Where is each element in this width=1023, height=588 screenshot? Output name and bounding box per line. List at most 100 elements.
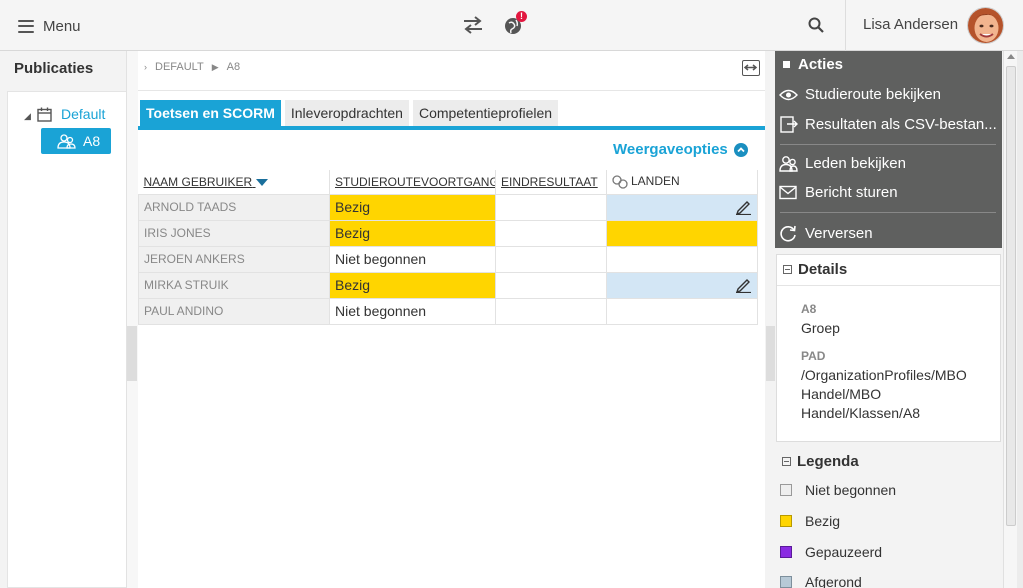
legend-item-gepauzeerd: Gepauzeerd	[779, 544, 882, 560]
scrollbar[interactable]	[1003, 51, 1017, 588]
table-header-row: NAAM GEBRUIKER STUDIEROUTEVOORTGANG EIND…	[138, 170, 758, 195]
collapse-icon	[782, 457, 791, 466]
cell-result[interactable]	[495, 219, 607, 247]
refresh-icon	[780, 225, 796, 242]
legend-swatch	[780, 576, 792, 588]
tree-item-a8[interactable]: A8	[41, 128, 111, 154]
column-header-eindresultaat[interactable]: EINDRESULTAAT	[495, 170, 607, 195]
export-icon	[780, 116, 798, 133]
window-edge	[1017, 51, 1023, 588]
action-bericht-sturen[interactable]: Bericht sturen	[779, 184, 898, 201]
menu-button[interactable]: Menu	[18, 14, 81, 38]
divider	[780, 144, 996, 145]
cell-progress[interactable]: Bezig	[329, 219, 496, 247]
tab-inleveropdrachten[interactable]: Inleveropdrachten	[284, 100, 409, 126]
cell-progress[interactable]: Bezig	[329, 271, 496, 299]
actions-panel: Acties Studieroute bekijken Resultaten a…	[775, 51, 1002, 248]
pencil-icon[interactable]	[735, 199, 752, 215]
action-verversen[interactable]: Verversen	[779, 224, 873, 242]
action-leden-bekijken[interactable]: Leden bekijken	[779, 155, 906, 172]
divider	[777, 285, 1000, 286]
cell-name: JEROEN ANKERS	[138, 245, 330, 273]
main-content: › DEFAULT ▶ A8 Toetsen en SCORM Inlevero…	[138, 51, 765, 588]
column-header-studieroute[interactable]: STUDIEROUTEVOORTGANG	[329, 170, 496, 195]
collapse-icon	[783, 265, 792, 274]
cell-name: MIRKA STRUIK	[138, 271, 330, 299]
tree-container	[7, 91, 126, 588]
cell-landen[interactable]	[606, 297, 758, 325]
avatar[interactable]	[967, 7, 1004, 44]
competence-icon	[612, 175, 628, 189]
pencil-icon[interactable]	[735, 277, 752, 293]
cell-landen[interactable]	[606, 193, 758, 221]
cell-landen[interactable]	[606, 271, 758, 299]
scroll-up-icon[interactable]	[1007, 54, 1015, 59]
cell-name: IRIS JONES	[138, 219, 330, 247]
splitter-right[interactable]	[765, 51, 775, 588]
legend-item-bezig: Bezig	[779, 513, 840, 529]
cell-progress[interactable]: Niet begonnen	[329, 297, 496, 325]
cell-landen[interactable]	[606, 219, 758, 247]
table-row[interactable]: MIRKA STRUIK Bezig	[138, 271, 758, 299]
collapse-icon	[783, 61, 790, 68]
cell-result[interactable]	[495, 193, 607, 221]
notification-badge: !	[516, 11, 527, 22]
cell-landen[interactable]	[606, 245, 758, 273]
table-row[interactable]: ARNOLD TAADS Bezig	[138, 193, 758, 221]
search-icon[interactable]	[808, 17, 824, 33]
action-studieroute[interactable]: Studieroute bekijken	[779, 86, 941, 103]
actions-header[interactable]: Acties	[783, 56, 843, 73]
details-header[interactable]: Details	[783, 261, 847, 278]
user-name[interactable]: Lisa Andersen	[863, 16, 958, 33]
table-row[interactable]: PAUL ANDINO Niet begonnen	[138, 297, 758, 325]
tab-underline	[138, 126, 765, 130]
side-panel: Acties Studieroute bekijken Resultaten a…	[775, 51, 1003, 588]
table-row[interactable]: IRIS JONES Bezig	[138, 219, 758, 247]
eye-icon	[779, 89, 798, 100]
cell-name: ARNOLD TAADS	[138, 193, 330, 221]
cell-name: PAUL ANDINO	[138, 297, 330, 325]
chevron-up-icon	[733, 142, 748, 157]
legend-header[interactable]: Legenda	[782, 453, 859, 470]
table-row[interactable]: JEROEN ANKERS Niet begonnen	[138, 245, 758, 273]
sort-desc-icon	[255, 179, 268, 187]
cell-progress[interactable]: Niet begonnen	[329, 245, 496, 273]
legend-swatch	[780, 515, 792, 527]
column-header-landen[interactable]: LANDEN	[606, 170, 758, 195]
cell-progress[interactable]: Bezig	[329, 193, 496, 221]
view-options-label: Weergaveopties	[613, 141, 728, 158]
panel-title: Publicaties	[14, 60, 94, 77]
legend-swatch	[780, 484, 792, 496]
swap-arrows-icon[interactable]	[462, 15, 484, 35]
detail-path-label: PAD	[801, 349, 826, 363]
calendar-icon	[37, 107, 52, 122]
cell-result[interactable]	[495, 245, 607, 273]
group-icon	[57, 134, 76, 149]
scrollbar-thumb[interactable]	[1006, 66, 1016, 526]
column-header-naam[interactable]: NAAM GEBRUIKER	[138, 170, 330, 195]
detail-path-value: /OrganizationProfiles/MBO Handel/MBO Han…	[801, 367, 967, 421]
breadcrumb: › DEFAULT ▶ A8	[144, 61, 240, 73]
view-options-toggle[interactable]: Weergaveopties	[613, 141, 748, 158]
legend-item-niet-begonnen: Niet begonnen	[779, 482, 896, 498]
top-bar: Menu ! Lisa Andersen	[0, 0, 1023, 51]
tree-item-label: A8	[83, 133, 101, 149]
breadcrumb-arrow-icon: ▶	[211, 61, 219, 72]
legend-swatch	[780, 546, 792, 558]
detail-name-label: A8	[801, 302, 817, 316]
tree-item-default[interactable]: Default	[61, 106, 105, 122]
breadcrumb-item[interactable]: DEFAULT	[155, 61, 204, 73]
expand-icon[interactable]	[742, 60, 760, 76]
breadcrumb-item[interactable]: A8	[227, 61, 240, 73]
splitter-left[interactable]	[127, 51, 138, 588]
tab-bar: Toetsen en SCORM Inleveropdrachten Compe…	[140, 100, 559, 126]
mail-icon	[779, 185, 797, 200]
collapse-triangle-icon[interactable]: ◢	[24, 111, 31, 122]
tab-competentieprofielen[interactable]: Competentieprofielen	[412, 100, 559, 126]
divider	[780, 212, 996, 213]
cell-result[interactable]	[495, 297, 607, 325]
tab-toetsen-scorm[interactable]: Toetsen en SCORM	[140, 100, 281, 126]
cell-result[interactable]	[495, 271, 607, 299]
action-export-csv[interactable]: Resultaten als CSV-bestan...	[779, 115, 997, 133]
breadcrumb-chevron-icon: ›	[144, 62, 147, 72]
